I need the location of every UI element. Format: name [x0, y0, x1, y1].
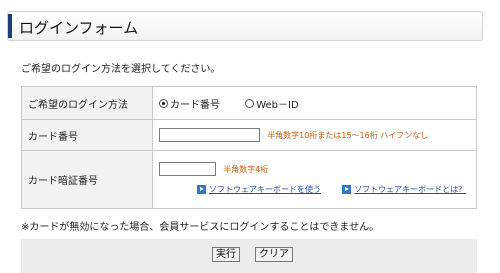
notice-text: ※カードが無効になった場合、会員サービスにログインすることはできません。	[21, 222, 380, 233]
clear-button[interactable]: クリア	[255, 247, 293, 262]
pin-label: カード暗証番号	[21, 150, 153, 209]
title-accent-bar	[8, 14, 12, 38]
use-software-keyboard-label: ソフトウェアキーボードを使う	[209, 185, 321, 194]
radio-web-id[interactable]: Web－ID	[245, 96, 299, 111]
pin-input[interactable]	[159, 162, 216, 176]
use-software-keyboard-link[interactable]: ソフトウェアキーボードを使う	[197, 184, 321, 195]
login-method-label: ご希望のログイン方法	[21, 86, 153, 120]
login-method-options: カード番号 Web－ID	[152, 86, 477, 120]
what-is-software-keyboard-link[interactable]: ソフトウェアキーボードとは？	[342, 184, 466, 195]
pin-hint: 半角数字4桁	[223, 164, 269, 174]
card-number-cell: 半角数字10桁または15～16桁 ハイフンなし	[152, 119, 477, 151]
card-number-label: カード番号	[21, 119, 153, 151]
arrow-right-icon	[197, 185, 206, 194]
pin-cell: 半角数字4桁 ソフトウェアキーボードを使う ソフトウェアキーボードとは？	[152, 150, 477, 209]
radio-card-number-label: カード番号	[170, 99, 220, 111]
radio-card-number[interactable]: カード番号	[159, 96, 220, 111]
button-bar: 実行 クリア	[21, 239, 477, 273]
card-number-hint: 半角数字10桁または15～16桁 ハイフンなし	[267, 130, 429, 140]
card-number-input[interactable]	[159, 128, 260, 142]
arrow-right-icon	[342, 185, 352, 194]
form-title-bar: ログインフォーム	[7, 11, 483, 41]
submit-button[interactable]: 実行	[212, 247, 240, 262]
login-form-table: ご希望のログイン方法 カード番号 Web－ID カード番号 半角数字10桁または…	[21, 86, 477, 209]
intro-text: ご希望のログイン方法を選択してください。	[21, 64, 221, 75]
what-is-software-keyboard-label: ソフトウェアキーボードとは？	[354, 185, 467, 194]
radio-unselected-icon	[245, 98, 255, 108]
radio-web-id-label: Web－ID	[256, 99, 299, 111]
radio-selected-icon	[159, 98, 168, 108]
page-title: ログインフォーム	[19, 19, 139, 37]
